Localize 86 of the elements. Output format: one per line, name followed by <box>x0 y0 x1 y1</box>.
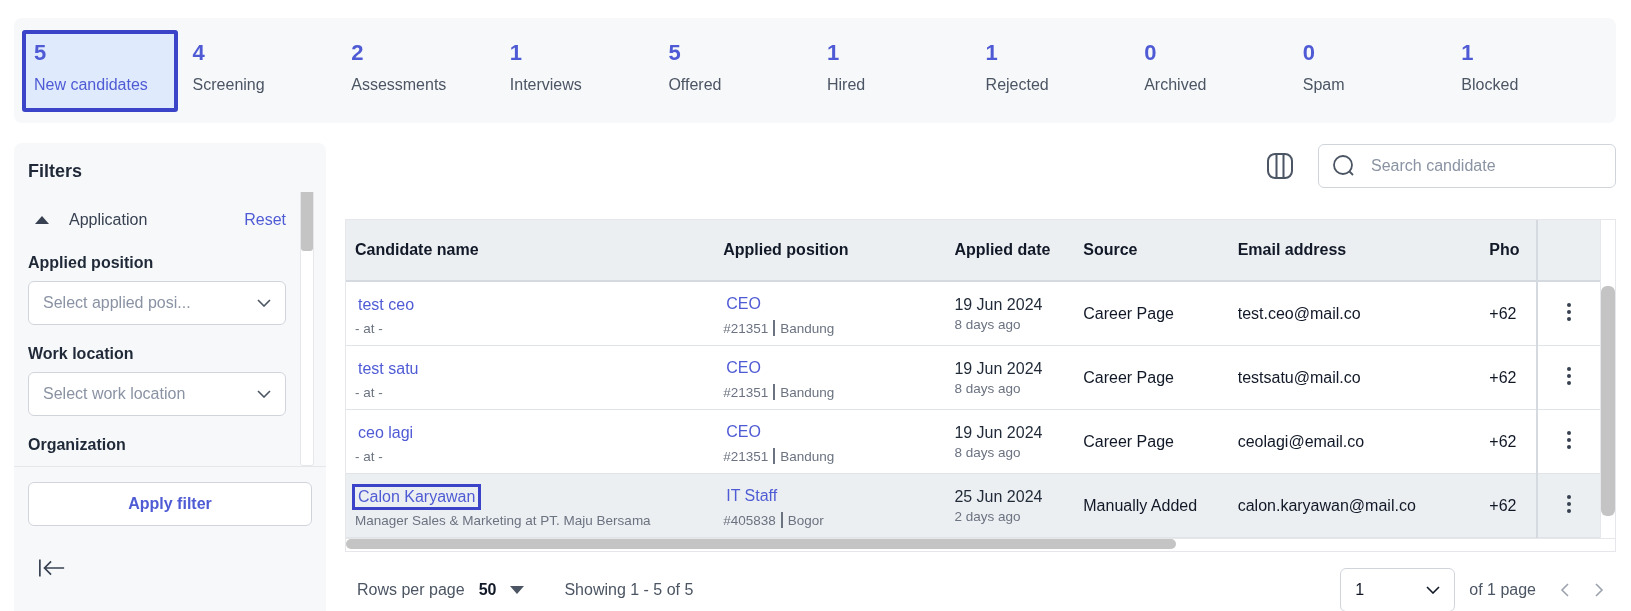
stage-tab[interactable]: 1 Interviews <box>497 29 657 112</box>
job-location: Bandung <box>780 448 835 464</box>
column-header: Applied position <box>714 220 946 281</box>
job-id: #21351 <box>723 448 769 464</box>
candidate-name-link[interactable]: test ceo <box>352 291 421 318</box>
stage-tab[interactable]: 5 Offered <box>656 29 815 112</box>
stage-tab[interactable]: 5 New candidates <box>22 29 178 112</box>
job-id: #21351 <box>723 384 769 400</box>
email-text: calon.karyawan@mail.co <box>1237 496 1416 514</box>
job-location: Bandung <box>780 384 835 400</box>
applied-date: 19 Jun 2024 <box>954 423 1044 442</box>
job-id: #405838 <box>723 512 776 528</box>
more-options-icon[interactable] <box>1565 429 1572 450</box>
chevron-down-icon <box>257 299 271 307</box>
email-text: test.ceo@mail.co <box>1237 304 1361 322</box>
search-icon <box>1332 154 1356 178</box>
scrollbar-thumb[interactable] <box>346 539 1176 549</box>
filters-title: Filters <box>27 160 84 183</box>
stage-tab[interactable]: 2 Assessments <box>339 29 498 112</box>
source-text: Manually Added <box>1083 496 1198 514</box>
position-link[interactable]: CEO <box>720 355 767 381</box>
highlighted-row[interactable]: Calon Karyawan Manager Sales & Marketing at PT. Maju Bersama IT Staff #405838 Bogor 25 Jun 2024 2 days ago Manually Added calon.karyawan@mail.co +62 <box>346 473 1600 538</box>
source-text: Career Page <box>1083 432 1174 450</box>
more-options-icon[interactable] <box>1565 301 1572 322</box>
stage-tab[interactable]: 4 Screening <box>180 29 340 112</box>
email-text: testsatu@mail.co <box>1237 368 1361 386</box>
column-header: Email address <box>1228 220 1481 281</box>
apply-filter-button[interactable]: Apply filter <box>28 482 312 526</box>
column-header: Source <box>1074 220 1229 281</box>
source-text: Career Page <box>1083 368 1174 386</box>
search-field[interactable]: Search candidate <box>1318 144 1616 188</box>
relative-date: 8 days ago <box>954 380 1022 396</box>
candidate-company: - at - <box>355 320 384 336</box>
candidate-company: - at - <box>355 384 384 400</box>
source-text: Career Page <box>1083 304 1174 322</box>
reset-link[interactable]: Reset <box>244 211 286 229</box>
caret-icon <box>510 586 525 594</box>
phone-text: +62 <box>1489 368 1517 386</box>
stage-tab[interactable]: 1 Blocked <box>1449 29 1608 112</box>
field-label: Work location <box>28 345 135 363</box>
phone-text: +62 <box>1489 496 1517 514</box>
email-text: ceolagi@email.co <box>1237 432 1365 450</box>
job-location: Bandung <box>780 320 835 336</box>
candidate-name-link[interactable]: ceo lagi <box>352 419 420 446</box>
candidate-name-link[interactable]: test satu <box>352 355 425 382</box>
field-label: Applied position <box>28 254 155 272</box>
stage-tab[interactable]: 0 Archived <box>1132 29 1291 112</box>
phone-text: +62 <box>1489 304 1517 322</box>
candidate-name-link[interactable]: Calon Karyawan <box>352 483 482 510</box>
chevron-down-icon <box>1426 586 1441 594</box>
stage-tab[interactable]: 1 Hired <box>815 29 974 112</box>
column-header: Candidate name <box>346 220 715 281</box>
rows-per-page-select[interactable]: 50 <box>478 581 525 599</box>
columns-icon[interactable] <box>1266 152 1294 180</box>
select-field[interactable]: Select applied posi... <box>28 281 286 325</box>
candidate-company: - at - <box>355 448 384 464</box>
position-link[interactable]: IT Staff <box>720 483 784 509</box>
scrollbar-thumb[interactable] <box>301 192 313 251</box>
more-options-icon[interactable] <box>1565 493 1572 514</box>
page-total: of 1 page <box>1469 581 1536 599</box>
relative-date: 8 days ago <box>954 444 1022 460</box>
field-label: Organization <box>28 436 127 454</box>
relative-date: 8 days ago <box>954 316 1022 332</box>
candidate-company: Manager Sales & Marketing at PT. Maju Bersama <box>355 512 652 528</box>
select-field[interactable]: Select work location <box>28 372 286 416</box>
position-link[interactable]: CEO <box>720 291 767 317</box>
chevron-down-icon <box>257 390 271 398</box>
phone-text: +62 <box>1489 432 1517 450</box>
applied-date: 19 Jun 2024 <box>954 359 1044 378</box>
stage-tab[interactable]: 1 Rejected <box>973 29 1133 112</box>
applied-date: 19 Jun 2024 <box>954 295 1044 314</box>
showing-count: Showing 1 - 5 of 5 <box>564 581 694 599</box>
applied-date: 25 Jun 2024 <box>954 487 1044 506</box>
position-link[interactable]: CEO <box>720 419 767 445</box>
stage-tab[interactable]: 0 Spam <box>1290 29 1450 112</box>
rows-per-page-label: Rows per page <box>357 581 465 599</box>
column-header: Pho <box>1480 220 1537 281</box>
collapse-caret-icon[interactable] <box>35 216 49 224</box>
section-title: Application <box>69 211 149 229</box>
relative-date: 2 days ago <box>954 508 1022 524</box>
job-location: Bogor <box>787 512 824 528</box>
job-id: #21351 <box>723 320 769 336</box>
scrollbar-thumb[interactable] <box>1601 286 1615 516</box>
more-options-icon[interactable] <box>1565 365 1572 386</box>
collapse-panel-icon[interactable] <box>38 558 66 578</box>
column-header: Applied date <box>945 220 1075 281</box>
